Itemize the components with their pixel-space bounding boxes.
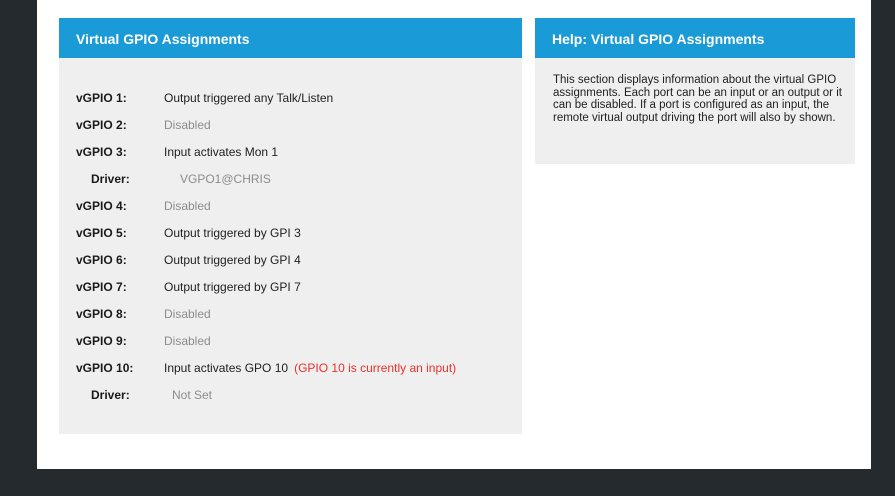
vgpio-10-input-warning: (GPIO 10 is currently an input)	[294, 361, 457, 375]
vgpio-assignments-header: Virtual GPIO Assignments	[59, 18, 522, 58]
driver-label: Driver:	[91, 388, 130, 402]
vgpio-4-label: vGPIO 4:	[76, 199, 127, 213]
vgpio-row-2: vGPIO 2: Disabled	[59, 115, 522, 135]
vgpio-row-6: vGPIO 6: Output triggered by GPI 4	[59, 250, 522, 270]
vgpio-10-value: Input activates GPO 10	[164, 361, 289, 375]
driver-value: Not Set	[172, 388, 213, 402]
driver-value: VGPO1@CHRIS	[180, 172, 271, 186]
vgpio-6-value: Output triggered by GPI 4	[164, 253, 301, 267]
vgpio-row-5: vGPIO 5: Output triggered by GPI 3	[59, 223, 522, 243]
vgpio-5-label: vGPIO 5:	[76, 226, 127, 240]
vgpio-1-label: vGPIO 1:	[76, 91, 127, 105]
vgpio-row-10: vGPIO 10: Input activates GPO 10 (GPIO 10…	[59, 358, 522, 378]
vgpio-10-driver-row: Driver: Not Set	[59, 385, 522, 405]
vgpio-3-label: vGPIO 3:	[76, 145, 127, 159]
vgpio-8-value: Disabled	[164, 307, 211, 321]
vgpio-row-9: vGPIO 9: Disabled	[59, 331, 522, 351]
vgpio-row-4: vGPIO 4: Disabled	[59, 196, 522, 216]
vgpio-2-label: vGPIO 2:	[76, 118, 127, 132]
vgpio-7-label: vGPIO 7:	[76, 280, 127, 294]
vgpio-10-value-group: Input activates GPO 10 (GPIO 10 is curren…	[164, 358, 456, 378]
vgpio-10-label: vGPIO 10:	[76, 361, 134, 375]
vgpio-2-value: Disabled	[164, 118, 211, 132]
vgpio-6-label: vGPIO 6:	[76, 253, 127, 267]
help-panel: Help: Virtual GPIO Assignments This sect…	[535, 18, 855, 164]
driver-label: Driver:	[91, 172, 130, 186]
vgpio-3-driver-row: Driver: VGPO1@CHRIS	[59, 169, 522, 189]
vgpio-1-value: Output triggered any Talk/Listen	[164, 91, 334, 105]
vgpio-9-label: vGPIO 9:	[76, 334, 127, 348]
vgpio-5-value: Output triggered by GPI 3	[164, 226, 301, 240]
vgpio-row-1: vGPIO 1: Output triggered any Talk/Liste…	[59, 88, 522, 108]
vgpio-3-value: Input activates Mon 1	[164, 145, 279, 159]
help-panel-header: Help: Virtual GPIO Assignments	[535, 18, 855, 58]
vgpio-9-value: Disabled	[164, 334, 211, 348]
vgpio-row-7: vGPIO 7: Output triggered by GPI 7	[59, 277, 522, 297]
vgpio-assignments-panel: Virtual GPIO Assignments vGPIO 1: Output…	[59, 18, 522, 434]
vgpio-row-3: vGPIO 3: Input activates Mon 1	[59, 142, 522, 162]
help-text: This section displays information about …	[553, 74, 842, 124]
vgpio-7-value: Output triggered by GPI 7	[164, 280, 301, 294]
vgpio-8-label: vGPIO 8:	[76, 307, 127, 321]
vgpio-row-8: vGPIO 8: Disabled	[59, 304, 522, 324]
vgpio-4-value: Disabled	[164, 199, 211, 213]
page-content: Virtual GPIO Assignments vGPIO 1: Output…	[37, 0, 871, 469]
